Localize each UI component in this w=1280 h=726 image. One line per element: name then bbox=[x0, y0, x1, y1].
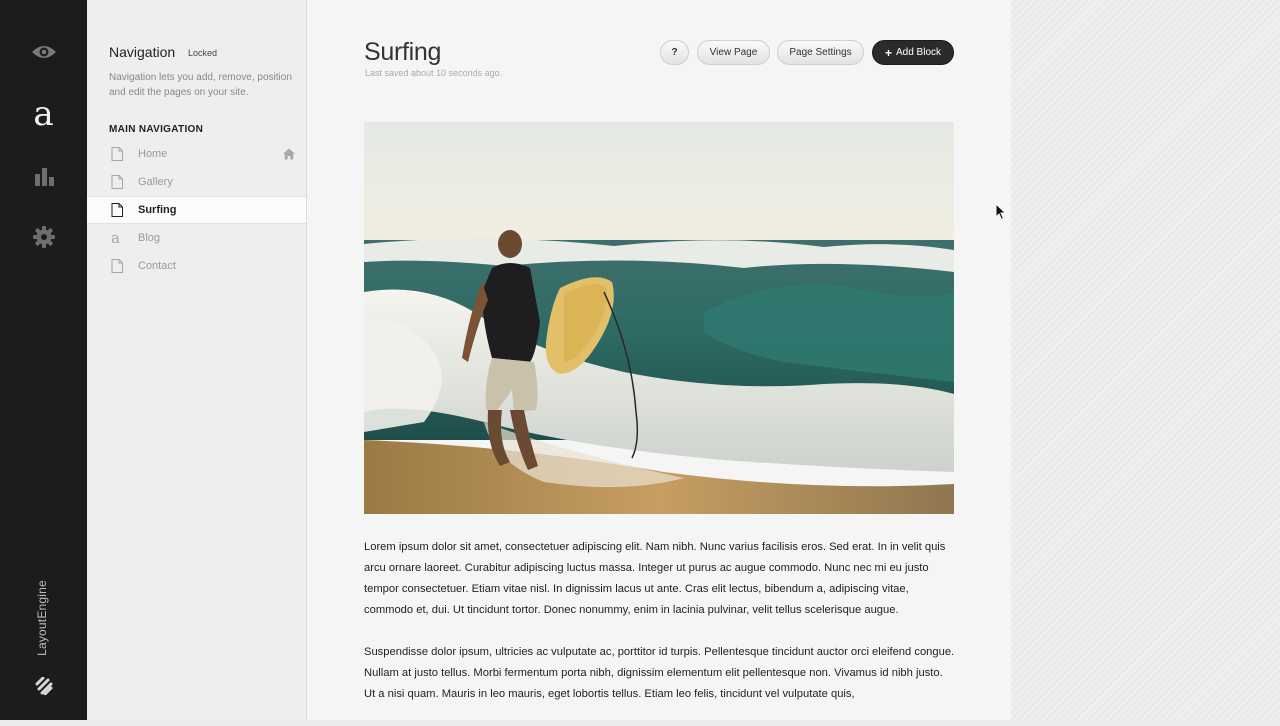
page-title: Surfing bbox=[364, 38, 442, 66]
nav-item-label: Home bbox=[138, 148, 168, 160]
body-text[interactable]: Lorem ipsum dolor sit amet, consectetuer… bbox=[364, 537, 956, 726]
add-block-button[interactable]: + Add Block bbox=[872, 40, 954, 65]
page-icon bbox=[111, 203, 123, 217]
background-texture bbox=[1011, 0, 1280, 720]
nav-list: Home Gallery Surfing a Blog Contact bbox=[87, 140, 306, 280]
surfer-photo[interactable] bbox=[364, 122, 954, 514]
help-button[interactable]: ? bbox=[660, 40, 689, 65]
mouse-cursor-icon bbox=[995, 203, 1007, 221]
page-editor: Surfing Last saved about 10 seconds ago.… bbox=[307, 0, 1011, 720]
nav-item-surfing[interactable]: Surfing bbox=[87, 196, 306, 224]
icon-rail: a LayoutEngine bbox=[0, 0, 87, 720]
surf-image bbox=[364, 122, 954, 514]
nav-item-blog[interactable]: a Blog bbox=[87, 224, 306, 252]
a-letter-logo[interactable]: a bbox=[0, 94, 87, 134]
nav-item-gallery[interactable]: Gallery bbox=[87, 168, 306, 196]
nav-item-label: Blog bbox=[138, 232, 161, 244]
blog-a-icon: a bbox=[111, 229, 120, 247]
paragraph: Suspendisse dolor ipsum, ultricies ac vu… bbox=[364, 646, 955, 700]
home-icon bbox=[283, 148, 295, 160]
navigation-description: Navigation lets you add, remove, positio… bbox=[109, 72, 292, 98]
locked-badge: Locked bbox=[188, 48, 218, 58]
plus-icon: + bbox=[884, 45, 892, 60]
add-block-label: Add Block bbox=[895, 47, 942, 58]
navigation-panel: Navigation Locked Navigation lets you ad… bbox=[87, 0, 307, 720]
page-icon bbox=[111, 175, 123, 189]
gear-icon[interactable] bbox=[0, 224, 87, 250]
paragraph: Lorem ipsum dolor sit amet, consectetuer… bbox=[364, 541, 946, 616]
page-icon bbox=[111, 147, 123, 161]
layout-engine-label: LayoutEngine bbox=[35, 580, 50, 656]
nav-item-label: Contact bbox=[138, 260, 176, 272]
eye-icon[interactable] bbox=[0, 38, 87, 66]
last-saved-status: Last saved about 10 seconds ago. bbox=[365, 68, 503, 78]
nav-item-contact[interactable]: Contact bbox=[87, 252, 306, 280]
section-heading: MAIN NAVIGATION bbox=[109, 124, 204, 135]
nav-item-home[interactable]: Home bbox=[87, 140, 306, 168]
page-icon bbox=[111, 259, 123, 273]
view-page-button[interactable]: View Page bbox=[697, 40, 770, 65]
bar-chart-icon[interactable] bbox=[0, 164, 87, 188]
navigation-title: Navigation bbox=[109, 44, 176, 60]
page-settings-button[interactable]: Page Settings bbox=[777, 40, 864, 65]
nav-item-label: Surfing bbox=[138, 204, 177, 216]
squarespace-logo-icon[interactable] bbox=[0, 674, 87, 698]
brand-letter: a bbox=[33, 94, 54, 134]
nav-item-label: Gallery bbox=[138, 176, 173, 188]
